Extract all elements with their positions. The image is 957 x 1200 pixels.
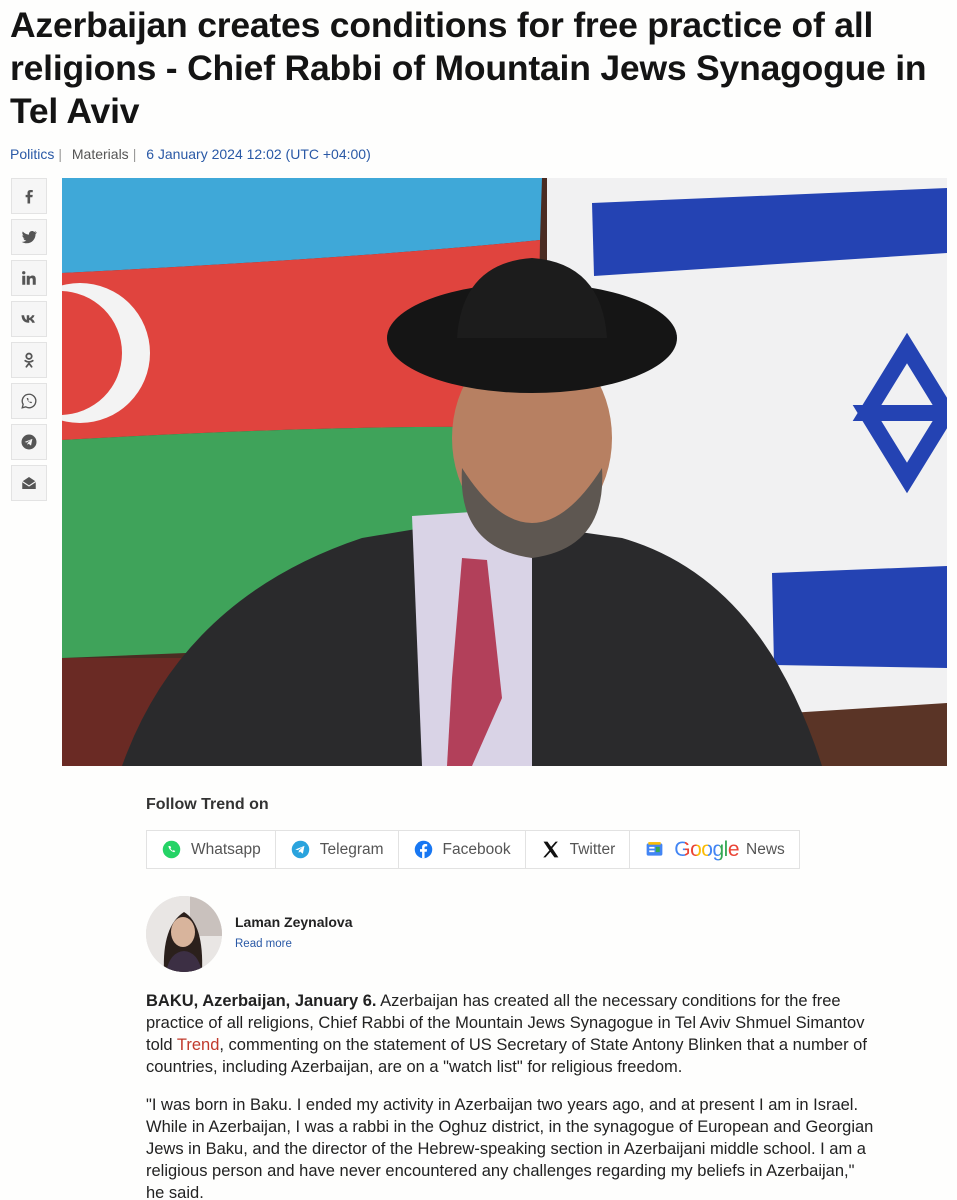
follow-google-news-button[interactable]: Google News <box>630 831 798 868</box>
article-paragraph-1: BAKU, Azerbaijan, January 6. Azerbaijan … <box>146 990 876 1078</box>
share-vk-button[interactable] <box>11 301 47 337</box>
linkedin-icon <box>22 271 36 285</box>
paragraph-text: , commenting on the statement of US Secr… <box>146 1036 867 1076</box>
share-twitter-button[interactable] <box>11 219 47 255</box>
section-link[interactable]: Materials <box>72 146 129 162</box>
share-odnoklassniki-button[interactable] <box>11 342 47 378</box>
article-title: Azerbaijan creates conditions for free p… <box>10 5 927 131</box>
follow-news-label: News <box>746 840 785 858</box>
follow-facebook-label: Facebook <box>442 840 511 858</box>
trend-link[interactable]: Trend <box>177 1036 220 1054</box>
whatsapp-icon <box>21 393 37 409</box>
share-whatsapp-button[interactable] <box>11 383 47 419</box>
facebook-icon <box>25 190 33 204</box>
x-icon <box>542 841 558 858</box>
follow-title: Follow Trend on <box>146 796 269 813</box>
facebook-icon <box>414 840 432 859</box>
follow-twitter-label: Twitter <box>569 840 616 858</box>
whatsapp-icon <box>162 840 181 859</box>
follow-telegram-label: Telegram <box>319 840 384 858</box>
follow-facebook-button[interactable]: Facebook <box>399 831 526 868</box>
author-avatar[interactable] <box>146 896 222 972</box>
twitter-icon <box>21 230 38 244</box>
category-link[interactable]: Politics <box>10 146 54 162</box>
email-icon <box>21 477 37 489</box>
dateline: BAKU, Azerbaijan, January 6. <box>146 992 377 1010</box>
article-paragraph-2: "I was born in Baku. I ended my activity… <box>146 1096 874 1200</box>
meta-separator: | <box>58 146 62 162</box>
share-telegram-button[interactable] <box>11 424 47 460</box>
follow-telegram-button[interactable]: Telegram <box>276 831 399 868</box>
author-read-more-link[interactable]: Read more <box>235 938 292 950</box>
telegram-icon <box>21 434 37 450</box>
odnoklassniki-icon <box>24 352 34 368</box>
google-brand-label: Google <box>674 837 739 861</box>
follow-whatsapp-label: Whatsapp <box>191 840 261 858</box>
follow-twitter-button[interactable]: Twitter <box>526 831 631 868</box>
share-linkedin-button[interactable] <box>11 260 47 296</box>
meta-separator: | <box>132 146 137 162</box>
telegram-icon <box>291 840 310 859</box>
vk-icon <box>21 315 35 323</box>
follow-bar: Whatsapp Telegram Facebook Twitter Googl… <box>146 830 800 869</box>
author-name[interactable]: Laman Zeynalova <box>235 914 353 930</box>
article-photo <box>62 178 947 766</box>
follow-whatsapp-button[interactable]: Whatsapp <box>147 831 276 868</box>
share-email-button[interactable] <box>11 465 47 501</box>
share-facebook-button[interactable] <box>11 178 47 214</box>
article-meta: Politics | Materials | 6 January 2024 12:0… <box>10 145 371 163</box>
publish-datetime: 6 January 2024 12:02 (UTC +04:00) <box>146 146 371 162</box>
google-news-icon <box>646 842 663 856</box>
